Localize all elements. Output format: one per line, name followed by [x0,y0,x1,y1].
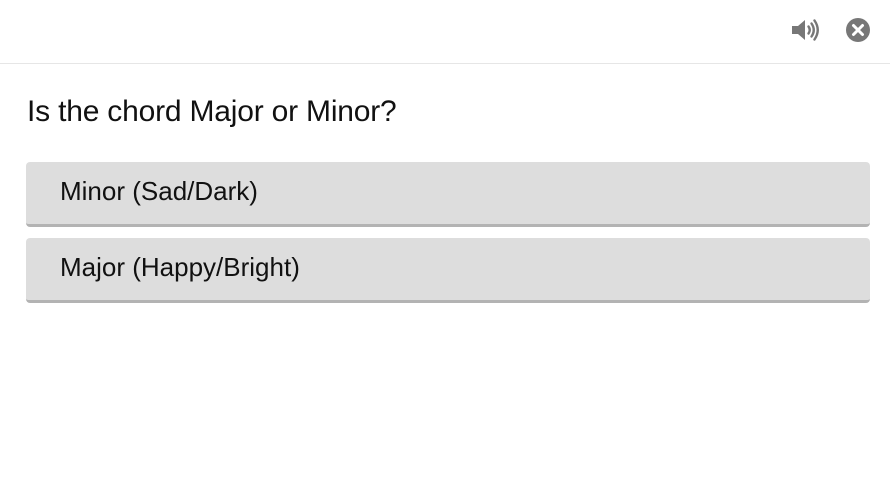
question-text: Is the chord Major or Minor? [27,95,397,128]
option-label: Minor (Sad/Dark) [60,175,258,206]
top-bar [0,0,890,64]
close-circle-icon [846,18,870,42]
close-button[interactable] [842,14,874,46]
option-major-button[interactable]: Major (Happy/Bright) [26,238,870,303]
answer-options: Minor (Sad/Dark) Major (Happy/Bright) [26,162,870,314]
speaker-volume-icon [792,19,819,41]
option-minor-button[interactable]: Minor (Sad/Dark) [26,162,870,227]
audio-button[interactable] [789,14,821,46]
option-label: Major (Happy/Bright) [60,251,300,282]
